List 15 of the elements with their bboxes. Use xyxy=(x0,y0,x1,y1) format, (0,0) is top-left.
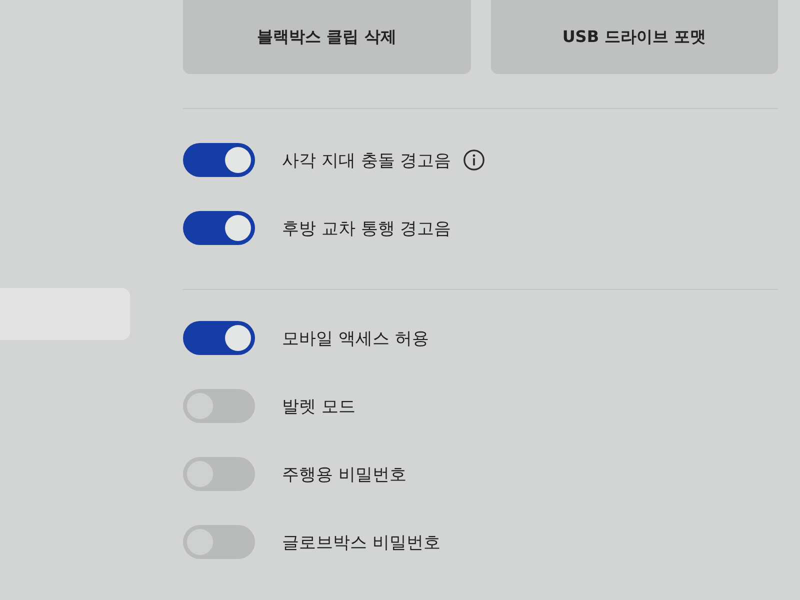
setting-label: 모바일 액세스 허용 xyxy=(282,328,429,350)
setting-label: 발렛 모드 xyxy=(282,396,356,418)
setting-label: 주행용 비밀번호 xyxy=(282,464,406,486)
toggle-switch[interactable] xyxy=(183,143,255,177)
setting-label: 사각 지대 충돌 경고음 xyxy=(282,150,452,172)
action-button[interactable]: 블랙박스 클립 삭제 xyxy=(183,0,470,74)
action-button[interactable]: USB 드라이브 포맷 xyxy=(490,0,778,74)
toggle-switch[interactable] xyxy=(183,457,255,491)
toggle-switch[interactable] xyxy=(183,525,255,559)
info-icon[interactable] xyxy=(463,149,486,171)
toggle-switch[interactable] xyxy=(183,389,255,423)
setting-label: 글로브박스 비밀번호 xyxy=(282,532,440,554)
toggle-switch[interactable] xyxy=(183,321,255,355)
toggle-switch[interactable] xyxy=(183,211,255,245)
setting-label: 후방 교차 통행 경고음 xyxy=(282,218,452,240)
